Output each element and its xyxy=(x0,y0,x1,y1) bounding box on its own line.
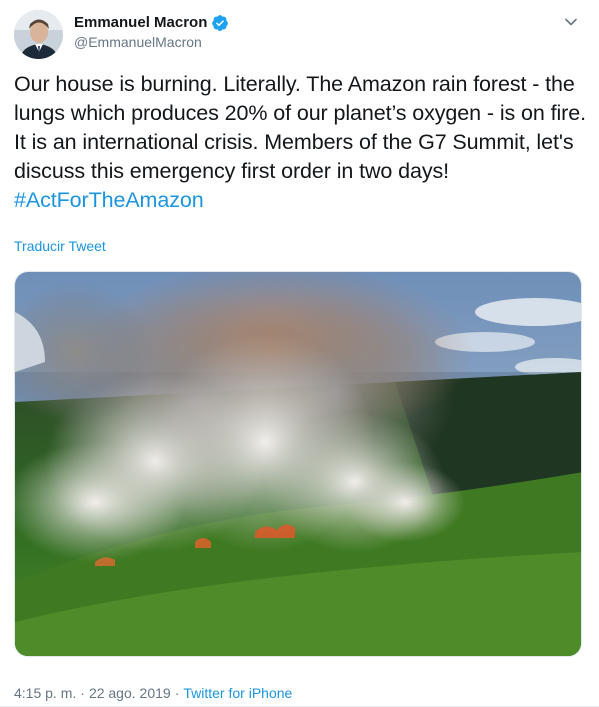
tweet-time[interactable]: 4:15 p. m. xyxy=(14,684,76,702)
avatar-image xyxy=(14,10,63,59)
verified-badge-icon xyxy=(211,14,229,32)
author-name-row[interactable]: Emmanuel Macron xyxy=(74,14,229,32)
tweet-source-link[interactable]: Twitter for iPhone xyxy=(183,684,292,702)
tweet-photo[interactable] xyxy=(14,271,582,657)
tweet-body: Our house is burning. Literally. The Ama… xyxy=(14,72,586,183)
author-name[interactable]: Emmanuel Macron xyxy=(74,14,207,32)
chevron-down-icon xyxy=(565,18,577,26)
meta-separator: · xyxy=(174,685,180,701)
meta-separator: · xyxy=(80,685,85,701)
tweet-date[interactable]: 22 ago. 2019 xyxy=(89,684,171,702)
translate-tweet-link[interactable]: Traducir Tweet xyxy=(14,238,106,254)
more-options-button[interactable] xyxy=(561,12,581,32)
hashtag-link[interactable]: #ActForTheAmazon xyxy=(14,188,204,212)
tweet-metadata: 4:15 p. m. · 22 ago. 2019 · Twitter for … xyxy=(14,684,292,702)
author-handle[interactable]: @EmmanuelMacron xyxy=(74,34,202,50)
forest-fire-photo xyxy=(15,272,581,656)
avatar[interactable] xyxy=(14,10,63,59)
tweet-card: Emmanuel Macron @EmmanuelMacron Our hous… xyxy=(0,0,599,707)
tweet-text: Our house is burning. Literally. The Ama… xyxy=(14,70,589,215)
